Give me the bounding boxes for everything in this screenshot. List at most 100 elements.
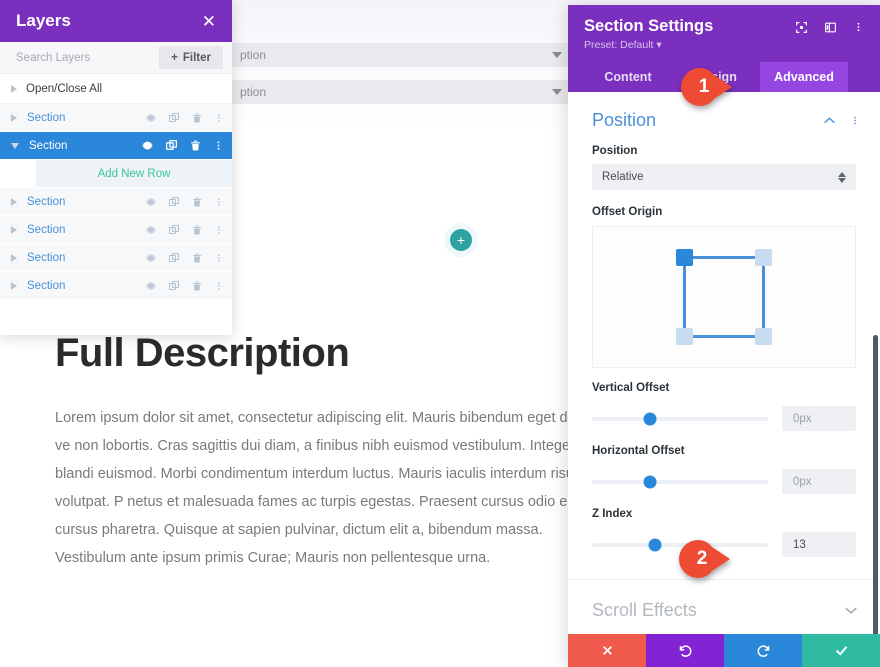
origin-handle-top-left[interactable]	[676, 249, 693, 266]
horizontal-offset-slider-knob[interactable]	[643, 475, 657, 488]
vertical-offset-slider-knob[interactable]	[643, 412, 657, 425]
redo-button[interactable]	[724, 634, 802, 667]
layers-panel-header: Layers ✕	[0, 0, 232, 42]
layer-row-label: Section	[29, 139, 68, 152]
article-content: Full Description Lorem ipsum dolor sit a…	[55, 330, 606, 572]
layout-panel-icon[interactable]	[824, 21, 837, 34]
plus-icon: +	[171, 51, 178, 64]
layer-row-selected[interactable]: Section	[0, 132, 232, 160]
more-vertical-icon[interactable]	[214, 112, 224, 124]
horizontal-offset-slider[interactable]	[592, 475, 768, 488]
chevron-up-icon[interactable]	[823, 116, 836, 125]
duplicate-icon[interactable]	[168, 252, 180, 264]
search-input[interactable]: Search Layers	[16, 52, 90, 64]
duplicate-icon[interactable]	[168, 112, 180, 124]
target-icon[interactable]	[795, 21, 808, 34]
chevron-down-icon: ▾	[656, 39, 662, 51]
layer-row-actions	[141, 139, 224, 152]
vertical-offset-input[interactable]: 0px	[782, 406, 856, 431]
more-vertical-icon[interactable]	[213, 139, 224, 152]
open-close-all-toggle[interactable]: Open/Close All	[0, 74, 232, 104]
trash-icon[interactable]	[191, 112, 203, 124]
position-field: Position Relative	[568, 141, 880, 190]
triangle-right-icon[interactable]	[11, 113, 17, 122]
triangle-right-icon[interactable]	[11, 197, 17, 206]
trash-icon[interactable]	[191, 252, 203, 264]
z-index-input[interactable]: 13	[782, 532, 856, 557]
canvas-select-1[interactable]: ption	[232, 43, 572, 67]
filter-button[interactable]: + Filter	[159, 46, 223, 69]
discard-button[interactable]	[568, 634, 646, 667]
position-select-value: Relative	[602, 171, 644, 183]
origin-handle-top-right[interactable]	[755, 249, 772, 266]
trash-icon[interactable]	[191, 224, 203, 236]
more-vertical-icon[interactable]	[214, 280, 224, 292]
scroll-effects-section[interactable]: Scroll Effects	[568, 579, 880, 634]
triangle-down-icon[interactable]	[11, 142, 19, 149]
gear-icon[interactable]	[145, 252, 157, 264]
layer-row[interactable]: Section	[0, 216, 232, 244]
layer-row-label: Section	[27, 111, 66, 124]
layer-row[interactable]: Section	[0, 244, 232, 272]
layer-row-label: Section	[27, 251, 66, 264]
chevron-down-icon[interactable]	[844, 606, 858, 615]
triangle-right-icon[interactable]	[11, 253, 17, 262]
layer-row-actions	[145, 196, 224, 208]
settings-preset-dropdown[interactable]: Preset: Default ▾	[584, 39, 713, 62]
z-index-label: Z Index	[592, 508, 633, 520]
gear-icon[interactable]	[145, 280, 157, 292]
layer-row-actions	[145, 224, 224, 236]
chevron-down-icon	[552, 89, 562, 95]
position-select[interactable]: Relative	[592, 164, 856, 190]
tab-advanced[interactable]: Advanced	[760, 62, 848, 92]
callout-pin-1: 1	[681, 68, 733, 106]
gear-icon[interactable]	[145, 112, 157, 124]
origin-edge-bottom	[686, 335, 762, 338]
duplicate-icon[interactable]	[168, 280, 180, 292]
z-index-slider-knob[interactable]	[648, 538, 662, 551]
duplicate-icon[interactable]	[168, 224, 180, 236]
horizontal-offset-input[interactable]: 0px	[782, 469, 856, 494]
add-new-row-button[interactable]: Add New Row	[36, 160, 232, 188]
layer-row[interactable]: Section	[0, 272, 232, 300]
offset-origin-picker[interactable]	[592, 226, 856, 368]
triangle-right-icon[interactable]	[11, 281, 17, 290]
tab-content[interactable]: Content	[584, 62, 672, 92]
undo-button[interactable]	[646, 634, 724, 667]
plus-icon: +	[456, 232, 466, 248]
duplicate-icon[interactable]	[165, 139, 178, 152]
add-module-button[interactable]: +	[450, 229, 472, 251]
vertical-offset-field: Vertical Offset 0px	[568, 368, 880, 431]
settings-panel-scrollbar[interactable]	[873, 335, 878, 634]
close-icon[interactable]: ✕	[202, 13, 216, 30]
more-vertical-icon[interactable]	[853, 20, 864, 34]
layer-row-label: Section	[27, 279, 66, 292]
more-vertical-icon[interactable]	[214, 224, 224, 236]
horizontal-offset-label: Horizontal Offset	[592, 445, 685, 457]
trash-icon[interactable]	[191, 280, 203, 292]
more-vertical-icon[interactable]	[214, 196, 224, 208]
save-button[interactable]	[802, 634, 880, 667]
more-vertical-icon[interactable]	[214, 252, 224, 264]
origin-handle-bottom-right[interactable]	[755, 328, 772, 345]
gear-icon[interactable]	[145, 224, 157, 236]
callout-pin-2-number: 2	[696, 548, 708, 569]
trash-icon[interactable]	[189, 139, 202, 152]
gear-icon[interactable]	[141, 139, 154, 152]
layer-row[interactable]: Section	[0, 188, 232, 216]
settings-title: Section Settings	[584, 17, 714, 35]
origin-handle-bottom-left[interactable]	[676, 328, 693, 345]
position-field-label: Position	[592, 145, 638, 157]
triangle-right-icon[interactable]	[11, 225, 17, 234]
vertical-offset-slider[interactable]	[592, 412, 768, 425]
page-title: Full Description	[55, 331, 350, 375]
more-vertical-icon[interactable]	[850, 114, 860, 127]
canvas-select-2[interactable]: ption	[232, 80, 572, 104]
layer-row[interactable]: Section	[0, 104, 232, 132]
gear-icon[interactable]	[145, 196, 157, 208]
callout-pin-1-number: 1	[698, 76, 710, 97]
duplicate-icon[interactable]	[168, 196, 180, 208]
redo-icon	[757, 645, 769, 657]
trash-icon[interactable]	[191, 196, 203, 208]
scroll-effects-title: Scroll Effects	[592, 600, 697, 620]
